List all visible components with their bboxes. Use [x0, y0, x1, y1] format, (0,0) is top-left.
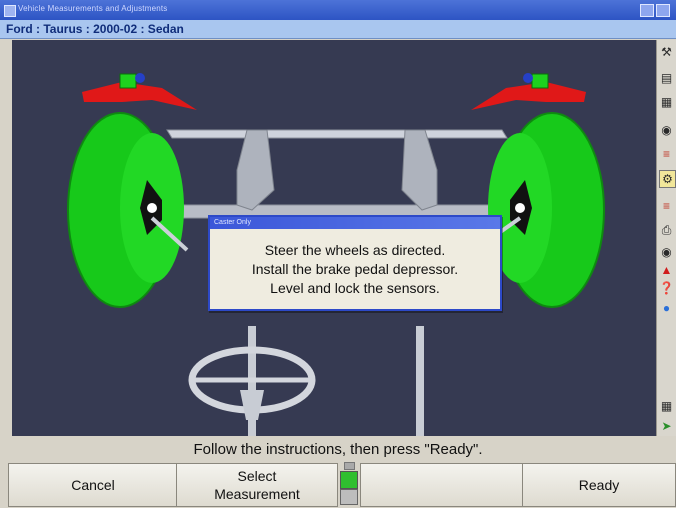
help-icon[interactable]: ❓ — [659, 280, 674, 296]
steering-post-right — [416, 326, 424, 436]
cancel-button-label: Cancel — [71, 477, 115, 493]
tool-icon[interactable]: ▦ — [659, 398, 674, 414]
caster-icon[interactable]: ⚙ — [659, 170, 676, 188]
dialog-line-2: Install the brake pedal depressor. — [251, 261, 459, 277]
dialog-body: Steer the wheels as directed. Install th… — [210, 229, 500, 298]
warning-icon[interactable]: ▲ — [659, 262, 674, 278]
dialog-title: Caster Only — [210, 217, 500, 229]
indicator-top-light — [344, 462, 355, 470]
print-icon[interactable]: ⎙ — [659, 222, 674, 238]
sensor-icon[interactable]: ▦ — [659, 94, 674, 110]
dialog-line-1: Steer the wheels as directed. — [264, 242, 446, 258]
instruction-text: Follow the instructions, then press "Rea… — [193, 441, 483, 458]
function-key-bar: Cancel Select Measurement Ready — [0, 461, 676, 508]
blank-function-button[interactable] — [360, 463, 524, 507]
target-icon[interactable]: ◉ — [659, 122, 674, 138]
globe-icon[interactable]: ● — [659, 300, 674, 316]
upper-control-arm — [166, 129, 508, 139]
indicator-green-light — [340, 471, 358, 489]
ready-button-label: Ready — [578, 477, 620, 493]
camera-icon[interactable]: ◉ — [659, 244, 674, 260]
status-indicator — [339, 462, 359, 506]
title-bar: Vehicle Measurements and Adjustments — [0, 0, 676, 20]
right-caster-marker — [471, 82, 586, 110]
left-strut — [236, 129, 275, 211]
indicator-gray-light — [340, 489, 358, 505]
ready-button[interactable]: Ready — [522, 463, 676, 507]
select-measurement-button[interactable]: Select Measurement — [176, 463, 338, 507]
right-strut — [401, 129, 438, 211]
window-title: Vehicle Measurements and Adjustments — [18, 4, 168, 13]
right-toolbar: ⚒ ▤ ▦ ◉ ≡ ⚙ ≡ ⎙ ◉ ▲ ❓ ● ▦ ➤ — [656, 40, 676, 436]
instruction-dialog: Caster Only Steer the wheels as directed… — [208, 215, 502, 311]
minimize-button[interactable] — [640, 4, 654, 17]
exit-icon[interactable]: ➤ — [659, 418, 674, 434]
dialog-line-3: Level and lock the sensors. — [270, 280, 440, 296]
vehicle-specs-icon[interactable]: ▤ — [659, 70, 674, 86]
cancel-button[interactable]: Cancel — [8, 463, 178, 507]
measure-icon[interactable]: ≡ — [659, 198, 674, 214]
vehicle-label: Ford : Taurus : 2000-02 : Sedan — [6, 22, 184, 36]
select-measurement-line-2: Measurement — [214, 486, 300, 502]
app-icon — [4, 5, 16, 17]
left-caster-marker — [82, 82, 197, 110]
close-button[interactable] — [656, 4, 670, 17]
wrench-icon[interactable]: ⚒ — [659, 44, 674, 60]
vehicle-header: Ford : Taurus : 2000-02 : Sedan — [0, 20, 676, 39]
select-measurement-line-1: Select — [237, 468, 277, 484]
alignment-icon[interactable]: ≡ — [659, 146, 674, 162]
